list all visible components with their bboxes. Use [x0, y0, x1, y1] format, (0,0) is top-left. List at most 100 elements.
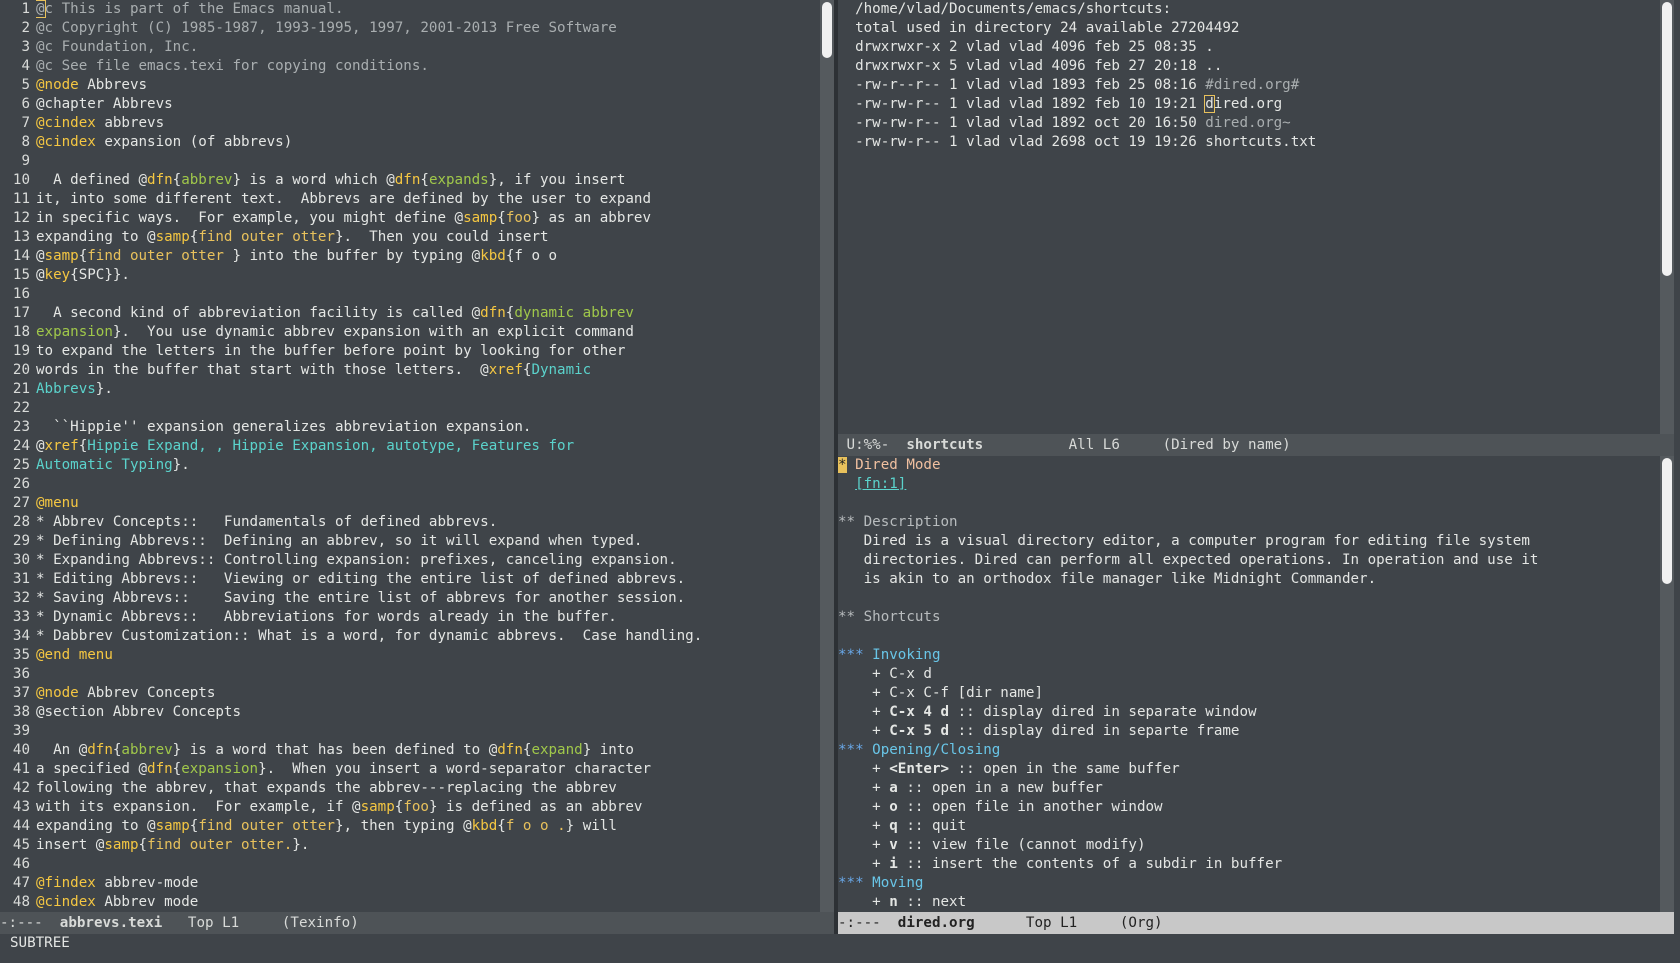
texinfo-line[interactable]: @cindex abbrevs: [36, 114, 816, 133]
texinfo-line[interactable]: @node Abbrevs: [36, 76, 816, 95]
org-line[interactable]: ** Description: [838, 513, 1658, 532]
org-pane-scrollbar[interactable]: [1660, 456, 1674, 912]
org-line[interactable]: *** Moving: [838, 874, 1658, 893]
text-segment: } is a word which @: [232, 172, 395, 188]
texinfo-line[interactable]: @cindex Abbrev mode: [36, 893, 816, 912]
left-pane-scrollbar[interactable]: [820, 0, 834, 912]
mode-line-major-mode[interactable]: (Dired by name): [1120, 437, 1291, 453]
texinfo-line[interactable]: @xref{Hippie Expand, , Hippie Expansion,…: [36, 437, 816, 456]
dired-buffer-pane[interactable]: /home/vlad/Documents/emacs/shortcuts: to…: [838, 0, 1658, 434]
texinfo-line[interactable]: @end menu: [36, 646, 816, 665]
texinfo-line[interactable]: Abbrevs}.: [36, 380, 816, 399]
texinfo-line[interactable]: it, into some different text. Abbrevs ar…: [36, 190, 816, 209]
dired-scrollbar-thumb[interactable]: [1662, 2, 1672, 276]
texinfo-line[interactable]: following the abbrev, that expands the a…: [36, 779, 816, 798]
texinfo-line[interactable]: ``Hippie'' expansion generalizes abbrevi…: [36, 418, 816, 437]
texinfo-line[interactable]: @cindex expansion (of abbrevs): [36, 133, 816, 152]
texinfo-line[interactable]: @section Abbrev Concepts: [36, 703, 816, 722]
mode-line-buffer-name[interactable]: dired.org: [898, 915, 975, 931]
org-line[interactable]: + i :: insert the contents of a subdir i…: [838, 855, 1658, 874]
org-line[interactable]: + v :: view file (cannot modify): [838, 836, 1658, 855]
left-scrollbar-thumb[interactable]: [822, 2, 832, 58]
texinfo-line[interactable]: [36, 665, 816, 684]
texinfo-line[interactable]: [36, 855, 816, 874]
texinfo-line[interactable]: insert @samp{find outer otter.}.: [36, 836, 816, 855]
texinfo-line[interactable]: [36, 722, 816, 741]
texinfo-line[interactable]: * Defining Abbrevs:: Defining an abbrev,…: [36, 532, 816, 551]
dired-mode-line[interactable]: U:%%- shortcuts All L6 (Dired by name): [838, 434, 1674, 456]
texinfo-line[interactable]: to expand the letters in the buffer befo…: [36, 342, 816, 361]
texinfo-line[interactable]: in specific ways. For example, you might…: [36, 209, 816, 228]
dired-entry[interactable]: -rw-rw-r-- 1 vlad vlad 1892 feb 10 19:21…: [838, 95, 1658, 114]
org-line[interactable]: + C-x C-f [dir name]: [838, 684, 1658, 703]
texinfo-line[interactable]: @c Foundation, Inc.: [36, 38, 816, 57]
org-line[interactable]: + a :: open in a new buffer: [838, 779, 1658, 798]
dired-entry[interactable]: drwxrwxr-x 2 vlad vlad 4096 feb 25 08:35…: [838, 38, 1658, 57]
texinfo-line[interactable]: [36, 399, 816, 418]
texinfo-line[interactable]: * Expanding Abbrevs:: Controlling expans…: [36, 551, 816, 570]
org-scrollbar-thumb[interactable]: [1662, 458, 1672, 584]
texinfo-line[interactable]: @samp{find outer otter } into the buffer…: [36, 247, 816, 266]
org-line[interactable]: + n :: next: [838, 893, 1658, 912]
texinfo-line[interactable]: * Editing Abbrevs:: Viewing or editing t…: [36, 570, 816, 589]
org-line[interactable]: is akin to an orthodox file manager like…: [838, 570, 1658, 589]
mode-line-buffer-name[interactable]: abbrevs.texi: [60, 915, 163, 931]
mode-line-major-mode[interactable]: (Org): [1077, 915, 1163, 931]
texinfo-line[interactable]: @c Copyright (C) 1985-1987, 1993-1995, 1…: [36, 19, 816, 38]
org-line[interactable]: * Dired Mode: [838, 456, 1658, 475]
org-line[interactable]: [838, 494, 1658, 513]
org-line[interactable]: [fn:1]: [838, 475, 1658, 494]
texinfo-line[interactable]: @findex abbrev-mode: [36, 874, 816, 893]
texinfo-line[interactable]: @menu: [36, 494, 816, 513]
mode-line-major-mode[interactable]: (Texinfo): [239, 915, 359, 931]
dired-entry[interactable]: -rw-rw-r-- 1 vlad vlad 1892 oct 20 16:50…: [838, 114, 1658, 133]
texinfo-line[interactable]: [36, 285, 816, 304]
org-line[interactable]: [838, 589, 1658, 608]
org-line[interactable]: + q :: quit: [838, 817, 1658, 836]
org-line[interactable]: + o :: open file in another window: [838, 798, 1658, 817]
texinfo-line[interactable]: with its expansion. For example, if @sam…: [36, 798, 816, 817]
org-buffer-pane[interactable]: * Dired Mode [fn:1] ** Description Dired…: [838, 456, 1658, 912]
texinfo-mode-line[interactable]: -:--- abbrevs.texi Top L1 (Texinfo): [0, 912, 834, 934]
texinfo-line[interactable]: expansion}. You use dynamic abbrev expan…: [36, 323, 816, 342]
org-line[interactable]: + C-x d: [838, 665, 1658, 684]
org-line[interactable]: + C-x 4 d :: display dired in separate w…: [838, 703, 1658, 722]
texinfo-line[interactable]: A second kind of abbreviation facility i…: [36, 304, 816, 323]
org-line[interactable]: + C-x 5 d :: display dired in separte fr…: [838, 722, 1658, 741]
dired-entry[interactable]: total used in directory 24 available 272…: [838, 19, 1658, 38]
texinfo-buffer-text[interactable]: @c This is part of the Emacs manual. @c C…: [36, 0, 816, 912]
org-line[interactable]: directories. Dired can perform all expec…: [838, 551, 1658, 570]
texinfo-line[interactable]: A defined @dfn{abbrev} is a word which @…: [36, 171, 816, 190]
dired-pane-scrollbar[interactable]: [1660, 0, 1674, 434]
texinfo-line[interactable]: * Dabbrev Customization:: What is a word…: [36, 627, 816, 646]
org-mode-line[interactable]: -:--- dired.org Top L1 (Org): [838, 912, 1674, 934]
texinfo-editor-pane[interactable]: 1 2 3 4 5 6 7 8 9 10 11 12 13 14 15 16 17 18 19 20 21 22 23 24 2…: [0, 0, 818, 912]
texinfo-line[interactable]: Automatic Typing}.: [36, 456, 816, 475]
texinfo-line[interactable]: * Dynamic Abbrevs:: Abbreviations for wo…: [36, 608, 816, 627]
dired-entry[interactable]: -rw-r--r-- 1 vlad vlad 1893 feb 25 08:16…: [838, 76, 1658, 95]
dired-entry[interactable]: drwxrwxr-x 5 vlad vlad 4096 feb 27 20:18…: [838, 57, 1658, 76]
org-line[interactable]: *** Invoking: [838, 646, 1658, 665]
texinfo-line[interactable]: a specified @dfn{expansion}. When you in…: [36, 760, 816, 779]
org-line[interactable]: Dired is a visual directory editor, a co…: [838, 532, 1658, 551]
texinfo-line[interactable]: [36, 475, 816, 494]
mode-line-buffer-name[interactable]: shortcuts: [906, 437, 983, 453]
texinfo-line[interactable]: * Abbrev Concepts:: Fundamentals of defi…: [36, 513, 816, 532]
org-line[interactable]: + <Enter> :: open in the same buffer: [838, 760, 1658, 779]
texinfo-line[interactable]: * Saving Abbrevs:: Saving the entire lis…: [36, 589, 816, 608]
texinfo-line[interactable]: @c See file emacs.texi for copying condi…: [36, 57, 816, 76]
org-line[interactable]: ** Shortcuts: [838, 608, 1658, 627]
texinfo-line[interactable]: @c This is part of the Emacs manual.: [36, 0, 816, 19]
texinfo-line[interactable]: An @dfn{abbrev} is a word that has been …: [36, 741, 816, 760]
texinfo-line[interactable]: @key{SPC}}.: [36, 266, 816, 285]
texinfo-line[interactable]: words in the buffer that start with thos…: [36, 361, 816, 380]
texinfo-line[interactable]: expanding to @samp{find outer otter}. Th…: [36, 228, 816, 247]
dired-entry[interactable]: /home/vlad/Documents/emacs/shortcuts:: [838, 0, 1658, 19]
dired-entry[interactable]: -rw-rw-r-- 1 vlad vlad 2698 oct 19 19:26…: [838, 133, 1658, 152]
org-line[interactable]: [838, 627, 1658, 646]
texinfo-line[interactable]: @chapter Abbrevs: [36, 95, 816, 114]
org-line[interactable]: *** Opening/Closing: [838, 741, 1658, 760]
texinfo-line[interactable]: expanding to @samp {find outer otter}, th…: [36, 817, 816, 836]
texinfo-line[interactable]: [36, 152, 816, 171]
texinfo-line[interactable]: @node Abbrev Concepts: [36, 684, 816, 703]
